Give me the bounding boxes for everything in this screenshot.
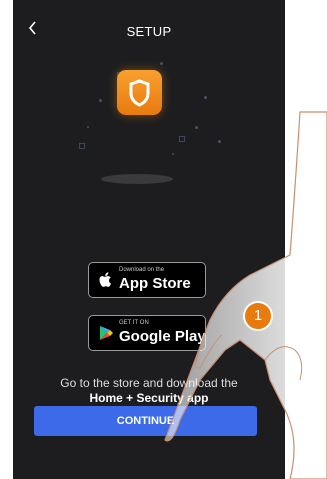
pointing-hand-illustration — [164, 111, 327, 479]
step-badge: 1 — [243, 301, 273, 331]
